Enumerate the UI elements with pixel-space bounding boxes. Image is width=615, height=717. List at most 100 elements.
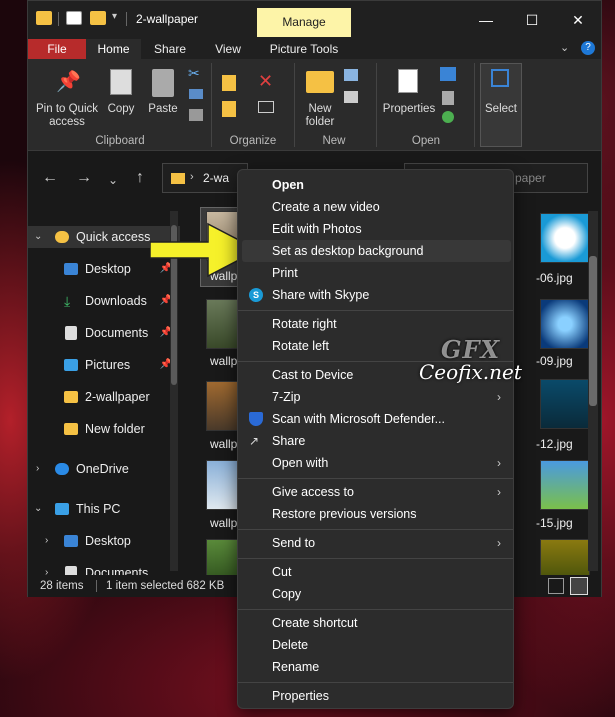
- file-name[interactable]: -12.jpg: [536, 437, 573, 451]
- sidebar-item-documents[interactable]: Documents 📌: [28, 322, 180, 344]
- sidebar-item-label: Documents: [85, 326, 149, 340]
- edit-icon[interactable]: [442, 91, 454, 105]
- context-menu: Open Create a new video Edit with Photos…: [237, 169, 514, 709]
- menu-item-label: Share with Skype: [272, 288, 370, 302]
- menu-item-label: Open with: [272, 456, 329, 470]
- copy-button[interactable]: Copy: [104, 103, 138, 116]
- forward-icon[interactable]: →: [76, 169, 92, 187]
- file-name[interactable]: -09.jpg: [536, 354, 573, 368]
- group-organize: Organize: [229, 135, 277, 147]
- maximize-icon[interactable]: ☐: [509, 1, 555, 39]
- menu-item-set-desktop-background[interactable]: Set as desktop background: [242, 240, 511, 262]
- move-to-icon[interactable]: [222, 75, 236, 91]
- cut-icon[interactable]: ✂: [188, 65, 200, 82]
- thumbnail[interactable]: [540, 539, 590, 575]
- back-icon[interactable]: ←: [42, 169, 58, 187]
- menu-item-defender[interactable]: Scan with Microsoft Defender...: [242, 408, 511, 430]
- divider: [238, 558, 513, 559]
- details-view-icon[interactable]: [548, 578, 564, 594]
- rename-icon[interactable]: [258, 101, 274, 113]
- thumbnail[interactable]: [540, 460, 590, 510]
- new-item-icon[interactable]: [344, 69, 358, 81]
- copy-path-icon[interactable]: [189, 89, 203, 99]
- sidebar-item-pictures[interactable]: Pictures 📌: [28, 354, 180, 376]
- sidebar-item-2-wallpaper[interactable]: 2-wallpaper: [28, 386, 180, 408]
- thumbnail[interactable]: [540, 379, 590, 429]
- chevron-right-icon: ›: [36, 463, 40, 474]
- menu-item-restore-versions[interactable]: Restore previous versions: [242, 503, 511, 525]
- menu-item-cut[interactable]: Cut: [242, 561, 511, 583]
- address-bar[interactable]: › 2-wa: [162, 163, 248, 193]
- pin-quick-access-button[interactable]: Pin to Quick access: [34, 103, 100, 129]
- sidebar-item-documents-pc[interactable]: › Documents: [28, 562, 180, 575]
- computer-icon: [55, 503, 69, 515]
- properties-button[interactable]: Properties: [380, 103, 438, 116]
- recent-locations-icon[interactable]: ⌄: [108, 173, 118, 187]
- tab-manage[interactable]: Manage: [257, 8, 351, 37]
- cloud-icon: [55, 463, 69, 475]
- pictures-icon: [64, 359, 78, 371]
- menu-item-give-access[interactable]: Give access to ›: [242, 481, 511, 503]
- menu-item-create-shortcut[interactable]: Create shortcut: [242, 612, 511, 634]
- file-name[interactable]: wallp: [210, 516, 237, 530]
- chevron-down-icon: ⌄: [34, 503, 43, 514]
- menu-item-share[interactable]: ↗ Share: [242, 430, 511, 452]
- copy-to-icon[interactable]: [222, 101, 236, 117]
- sidebar-item-new-folder[interactable]: New folder: [28, 418, 180, 440]
- help-icon[interactable]: ?: [581, 41, 595, 55]
- menu-item-rename[interactable]: Rename: [242, 656, 511, 678]
- properties-icon[interactable]: [66, 11, 82, 25]
- delete-icon[interactable]: ✕: [258, 71, 273, 92]
- menu-item-copy[interactable]: Copy: [242, 583, 511, 605]
- menu-item-properties[interactable]: Properties: [242, 685, 511, 707]
- collapse-ribbon-icon[interactable]: ⌄: [560, 41, 569, 54]
- file-name[interactable]: wallp: [210, 354, 237, 368]
- menu-item-delete[interactable]: Delete: [242, 634, 511, 656]
- chevron-right-icon: ›: [497, 485, 501, 499]
- open-icon[interactable]: [440, 67, 456, 81]
- menu-item-open-with[interactable]: Open with ›: [242, 452, 511, 474]
- file-name[interactable]: -15.jpg: [536, 516, 573, 530]
- tab-file[interactable]: File: [28, 39, 86, 59]
- thumbnail[interactable]: [540, 213, 590, 263]
- title-bar: ▾ 2-wallpaper Manage — ☐ ✕: [28, 1, 601, 39]
- breadcrumb[interactable]: 2-wa: [203, 171, 229, 185]
- sidebar-item-onedrive[interactable]: › OneDrive: [28, 458, 180, 480]
- thumbnail[interactable]: [540, 299, 590, 349]
- easy-access-icon[interactable]: [344, 91, 358, 103]
- sidebar-item-label: Desktop: [85, 534, 131, 548]
- customize-qat-icon[interactable]: ▾: [112, 11, 117, 22]
- sidebar-item-label: Documents: [85, 566, 149, 575]
- large-icons-view-icon[interactable]: [570, 577, 588, 595]
- folder-icon: [171, 173, 185, 184]
- tab-share[interactable]: Share: [141, 39, 199, 59]
- close-icon[interactable]: ✕: [555, 1, 601, 39]
- sidebar-item-this-pc[interactable]: ⌄ This PC: [28, 498, 180, 520]
- file-name[interactable]: wallp: [210, 437, 237, 451]
- paste-shortcut-icon[interactable]: [189, 109, 203, 121]
- tab-view[interactable]: View: [199, 39, 257, 59]
- tab-home[interactable]: Home: [86, 39, 141, 59]
- menu-item-send-to[interactable]: Send to ›: [242, 532, 511, 554]
- menu-item-edit-photos[interactable]: Edit with Photos: [242, 218, 511, 240]
- tab-picture-tools[interactable]: Picture Tools: [257, 39, 351, 59]
- sidebar-item-desktop-pc[interactable]: › Desktop: [28, 530, 180, 552]
- menu-item-rotate-right[interactable]: Rotate right: [242, 313, 511, 335]
- menu-item-create-video[interactable]: Create a new video: [242, 196, 511, 218]
- file-scrollbar-thumb[interactable]: [589, 256, 597, 406]
- sidebar-item-downloads[interactable]: ⤓ Downloads 📌: [28, 290, 180, 312]
- file-name[interactable]: -06.jpg: [536, 271, 573, 285]
- new-folder-icon[interactable]: [90, 11, 106, 25]
- menu-item-share-skype[interactable]: S Share with Skype: [242, 284, 511, 306]
- desktop-icon: [64, 263, 78, 275]
- up-icon[interactable]: ↑: [136, 169, 144, 187]
- divider: [238, 682, 513, 683]
- menu-item-print[interactable]: Print: [242, 262, 511, 284]
- history-icon[interactable]: [442, 111, 454, 123]
- minimize-icon[interactable]: —: [463, 1, 509, 39]
- menu-item-label: Give access to: [272, 485, 354, 499]
- menu-item-open[interactable]: Open: [242, 174, 511, 196]
- new-folder-button[interactable]: New folder: [300, 103, 340, 129]
- paste-button[interactable]: Paste: [146, 103, 180, 116]
- menu-item-7zip[interactable]: 7-Zip ›: [242, 386, 511, 408]
